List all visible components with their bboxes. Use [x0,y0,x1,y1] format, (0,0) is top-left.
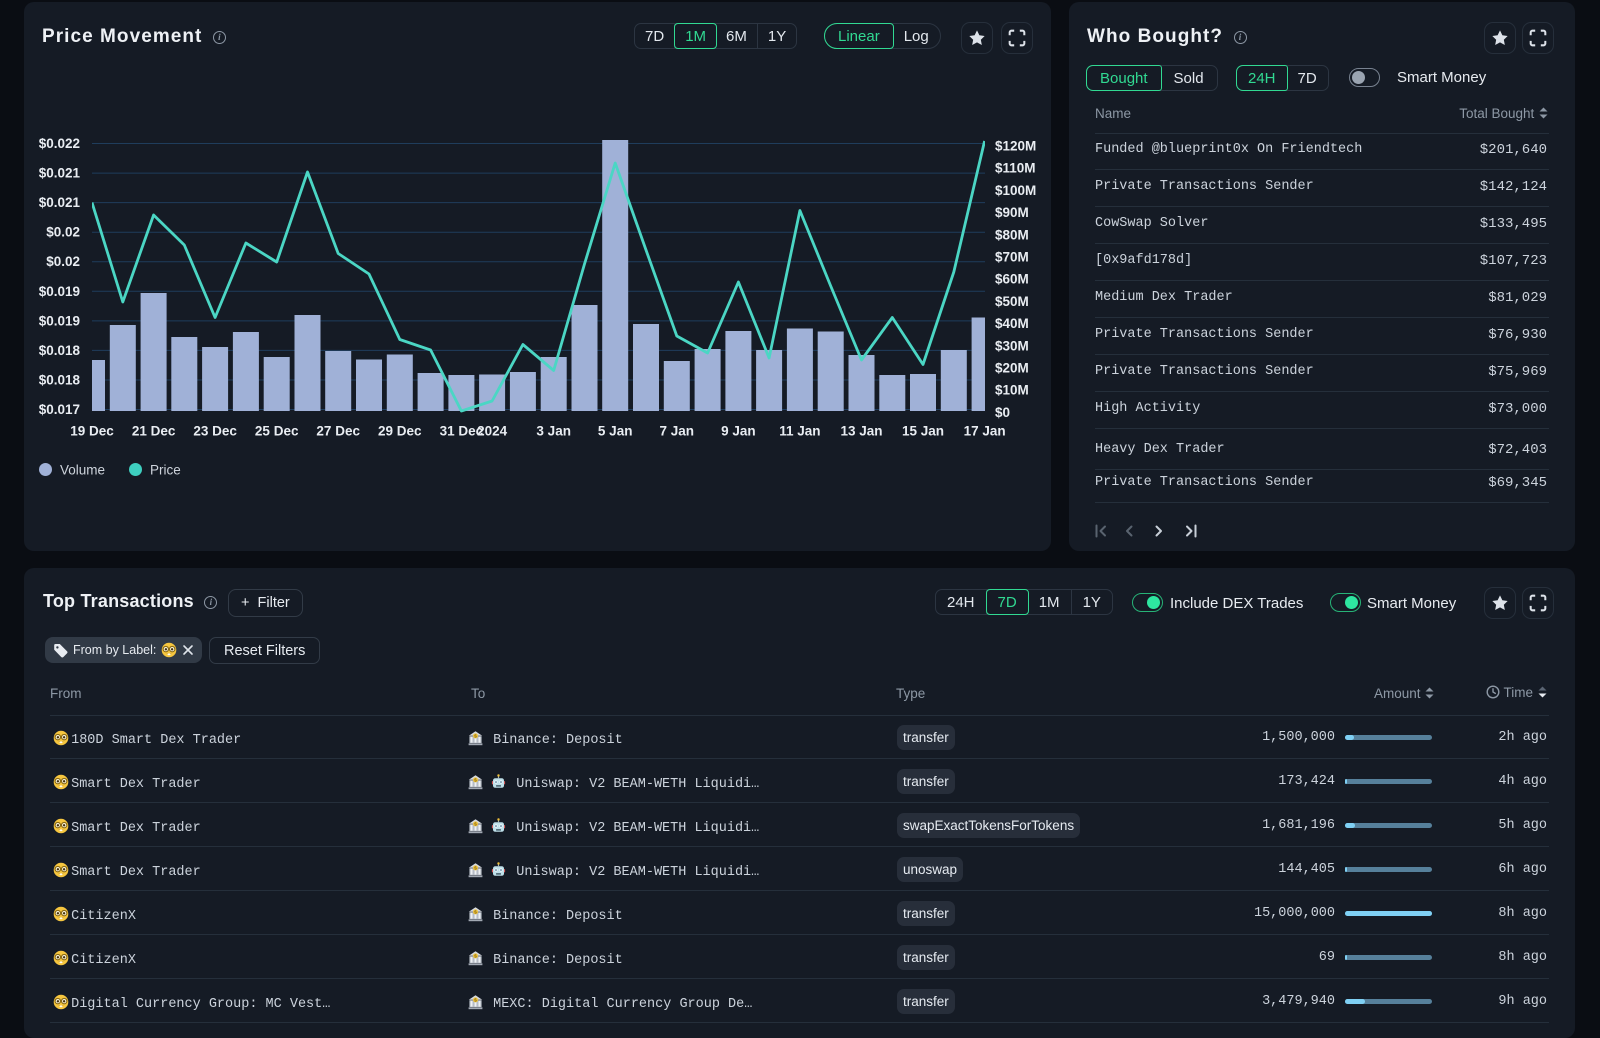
svg-text:$100M: $100M [995,183,1036,198]
svg-text:$0.021: $0.021 [39,166,81,181]
svg-text:$0.02: $0.02 [46,225,80,240]
svg-text:$20M: $20M [995,361,1029,376]
svg-text:$0.019: $0.019 [39,284,80,299]
svg-text:$60M: $60M [995,272,1029,287]
svg-text:7 Jan: 7 Jan [660,424,695,439]
svg-text:21 Dec: 21 Dec [132,424,176,439]
svg-text:27 Dec: 27 Dec [316,424,360,439]
svg-text:Price: Price [150,463,181,478]
svg-text:15 Jan: 15 Jan [902,424,944,439]
svg-text:$90M: $90M [995,205,1029,220]
svg-text:2024: 2024 [477,424,508,439]
svg-text:23 Dec: 23 Dec [193,424,237,439]
svg-text:19 Dec: 19 Dec [70,424,114,439]
svg-text:3 Jan: 3 Jan [536,424,571,439]
svg-text:9 Jan: 9 Jan [721,424,756,439]
svg-text:$80M: $80M [995,227,1029,242]
svg-text:$0.022: $0.022 [39,136,80,151]
svg-text:$120M: $120M [995,139,1036,154]
svg-text:$0: $0 [995,405,1010,420]
svg-text:5 Jan: 5 Jan [598,424,633,439]
svg-text:$0.021: $0.021 [39,195,81,210]
svg-text:$40M: $40M [995,316,1029,331]
svg-text:$0.018: $0.018 [39,373,81,388]
svg-text:11 Jan: 11 Jan [779,424,820,439]
svg-text:$0.018: $0.018 [39,343,81,358]
svg-text:$10M: $10M [995,383,1029,398]
svg-text:$0.019: $0.019 [39,313,80,328]
svg-text:Volume: Volume [60,463,105,478]
svg-text:$110M: $110M [995,161,1036,176]
svg-text:$50M: $50M [995,294,1029,309]
svg-text:$0.02: $0.02 [46,254,80,269]
svg-text:25 Dec: 25 Dec [255,424,299,439]
svg-text:17 Jan: 17 Jan [964,424,1006,439]
svg-text:$0.017: $0.017 [39,402,80,417]
svg-text:13 Jan: 13 Jan [840,424,882,439]
svg-text:$30M: $30M [995,338,1029,353]
svg-text:29 Dec: 29 Dec [378,424,422,439]
svg-text:$70M: $70M [995,250,1029,265]
